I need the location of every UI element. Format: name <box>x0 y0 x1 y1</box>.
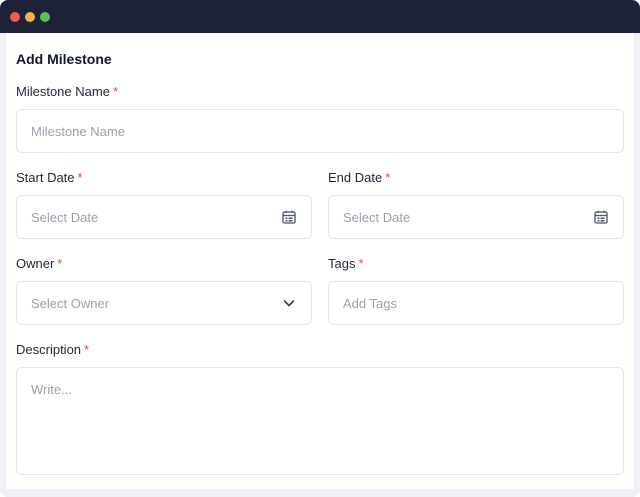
start-date-label: Start Date * <box>16 170 83 185</box>
milestone-name-label-text: Milestone Name <box>16 84 110 99</box>
required-marker: * <box>112 84 118 99</box>
milestone-name-label: Milestone Name * <box>16 84 118 99</box>
description-placeholder: Write... <box>31 382 72 397</box>
required-marker: * <box>84 342 90 357</box>
description-label: Description * <box>16 342 89 357</box>
description-label-text: Description <box>16 342 82 357</box>
owner-label-text: Owner <box>16 256 55 271</box>
required-marker: * <box>77 170 83 185</box>
required-marker: * <box>57 256 63 271</box>
milestone-name-input[interactable]: Milestone Name <box>16 109 624 153</box>
chevron-down-icon[interactable] <box>281 295 297 311</box>
title-bar <box>0 0 640 33</box>
calendar-icon[interactable] <box>281 209 297 225</box>
form-title: Add Milestone <box>16 51 112 67</box>
tags-placeholder: Add Tags <box>343 295 397 311</box>
end-date-placeholder: Select Date <box>343 209 411 225</box>
close-window-button[interactable] <box>10 12 20 22</box>
start-date-picker[interactable]: Select Date <box>16 195 312 239</box>
required-marker: * <box>358 256 364 271</box>
app-window: Add Milestone Milestone Name * Milestone … <box>0 0 640 497</box>
end-date-label: End Date * <box>328 170 390 185</box>
end-date-label-text: End Date <box>328 170 383 185</box>
maximize-window-button[interactable] <box>40 12 50 22</box>
tags-label-text: Tags <box>328 256 356 271</box>
owner-placeholder: Select Owner <box>31 295 110 311</box>
start-date-label-text: Start Date <box>16 170 75 185</box>
tags-input[interactable]: Add Tags <box>328 281 624 325</box>
add-milestone-form: Add Milestone Milestone Name * Milestone … <box>6 33 634 489</box>
start-date-placeholder: Select Date <box>31 209 99 225</box>
end-date-picker[interactable]: Select Date <box>328 195 624 239</box>
description-textarea[interactable]: Write... <box>16 367 624 475</box>
minimize-window-button[interactable] <box>25 12 35 22</box>
milestone-name-placeholder: Milestone Name <box>31 123 125 139</box>
tags-label: Tags * <box>328 256 364 271</box>
calendar-icon[interactable] <box>593 209 609 225</box>
required-marker: * <box>385 170 391 185</box>
owner-label: Owner * <box>16 256 62 271</box>
owner-select[interactable]: Select Owner <box>16 281 312 325</box>
